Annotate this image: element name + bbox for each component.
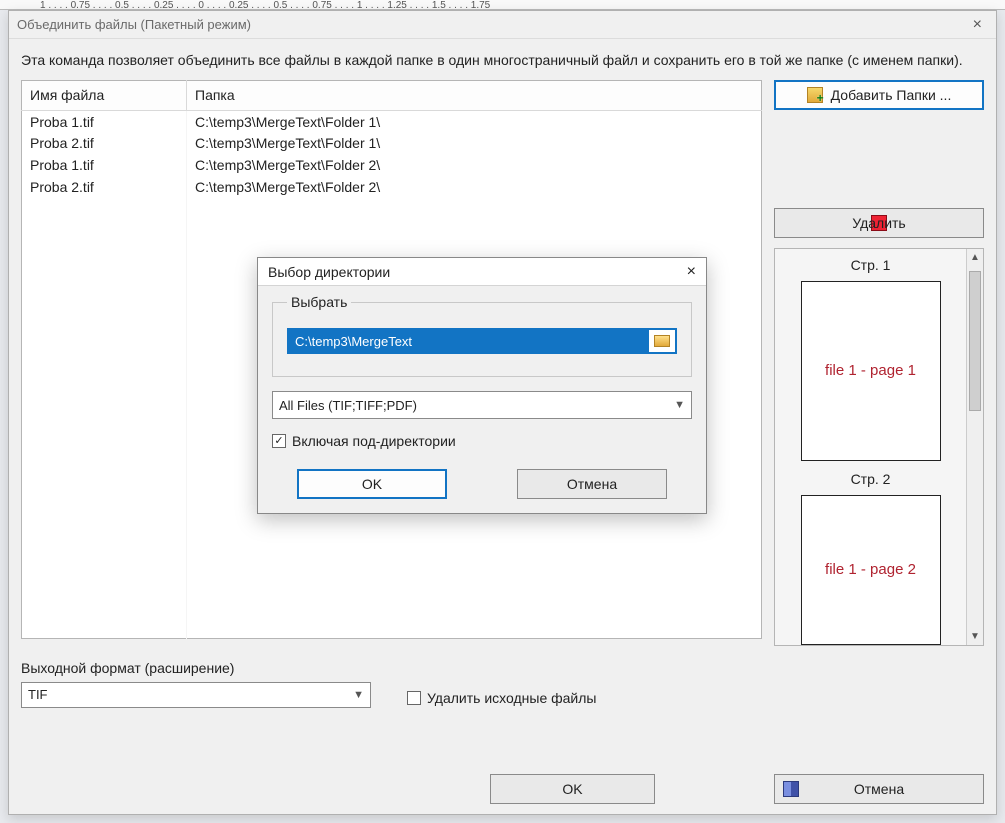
preview-thumbnail[interactable]: file 1 - page 1 — [801, 281, 941, 461]
checkbox-box: ✓ — [272, 434, 286, 448]
table-row[interactable]: Proba 2.tif C:\temp3\MergeText\Folder 1\ — [22, 132, 762, 154]
preview-thumbnail-text: file 1 - page 2 — [825, 561, 916, 578]
scroll-thumb[interactable] — [969, 271, 981, 411]
cancel-button[interactable]: Отмена — [774, 774, 984, 804]
table-row[interactable]: Proba 2.tif C:\temp3\MergeText\Folder 2\ — [22, 176, 762, 198]
preview-page-label: Стр. 1 — [851, 257, 891, 273]
directory-path-input[interactable]: C:\temp3\MergeText — [287, 328, 677, 354]
preview-panel: Стр. 1 file 1 - page 1 Стр. 2 file 1 - p… — [774, 248, 984, 646]
cancel-icon — [783, 781, 799, 797]
scroll-up-icon[interactable]: ▲ — [967, 249, 983, 266]
include-subdirs-checkbox[interactable]: ✓ Включая под-директории — [272, 433, 692, 449]
file-filter-value: All Files (TIF;TIFF;PDF) — [279, 398, 417, 413]
ok-button[interactable]: OK — [490, 774, 655, 804]
cell-filename: Proba 2.tif — [22, 176, 187, 198]
cell-folder: C:\temp3\MergeText\Folder 2\ — [187, 154, 762, 176]
cancel-label: Отмена — [854, 781, 904, 797]
titlebar: Объединить файлы (Пакетный режим) × — [9, 11, 996, 39]
dialog-cancel-label: Отмена — [567, 476, 617, 492]
ok-label: OK — [562, 781, 582, 797]
add-folders-button[interactable]: Добавить Папки ... — [774, 80, 984, 110]
browse-button[interactable] — [649, 335, 675, 347]
chevron-down-icon: ▼ — [353, 689, 364, 701]
window-close-button[interactable]: × — [967, 11, 988, 39]
output-format-select[interactable]: TIF ▼ — [21, 682, 371, 708]
file-filter-select[interactable]: All Files (TIF;TIFF;PDF) ▼ — [272, 391, 692, 419]
window-title: Объединить файлы (Пакетный режим) — [17, 11, 251, 39]
folder-icon — [654, 335, 670, 347]
dialog-ok-label: OK — [362, 476, 382, 492]
choose-group: Выбрать C:\temp3\MergeText — [272, 294, 692, 377]
choose-directory-dialog: Выбор директории × Выбрать C:\temp3\Merg… — [257, 257, 707, 514]
cell-filename: Proba 1.tif — [22, 110, 187, 132]
choose-group-label: Выбрать — [287, 294, 351, 310]
scroll-down-icon[interactable]: ▼ — [967, 628, 983, 645]
delete-source-checkbox[interactable]: Удалить исходные файлы — [407, 690, 596, 706]
cell-folder: C:\temp3\MergeText\Folder 1\ — [187, 110, 762, 132]
chevron-down-icon: ▼ — [674, 399, 685, 411]
preview-thumbnail[interactable]: file 1 - page 2 — [801, 495, 941, 645]
merge-files-window: Объединить файлы (Пакетный режим) × Эта … — [8, 10, 997, 815]
col-header-folder[interactable]: Папка — [187, 80, 762, 110]
cell-filename: Proba 2.tif — [22, 132, 187, 154]
add-folders-label: Добавить Папки ... — [831, 87, 952, 103]
cell-filename: Proba 1.tif — [22, 154, 187, 176]
col-header-filename[interactable]: Имя файла — [22, 80, 187, 110]
dialog-cancel-button[interactable]: Отмена — [517, 469, 667, 499]
delete-label: Удалить — [852, 215, 905, 231]
description-text: Эта команда позволяет объединить все фай… — [21, 51, 984, 70]
dialog-ok-button[interactable]: OK — [297, 469, 447, 499]
table-row[interactable]: Proba 1.tif C:\temp3\MergeText\Folder 2\ — [22, 154, 762, 176]
cell-folder: C:\temp3\MergeText\Folder 2\ — [187, 176, 762, 198]
output-format-label: Выходной формат (расширение) — [21, 660, 371, 676]
output-format-value: TIF — [28, 687, 48, 702]
folder-plus-icon — [807, 87, 823, 103]
delete-button[interactable]: Удалить — [774, 208, 984, 238]
cell-folder: C:\temp3\MergeText\Folder 1\ — [187, 132, 762, 154]
checkbox-box — [407, 691, 421, 705]
preview-scrollbar[interactable]: ▲ ▼ — [966, 249, 983, 645]
ruler: 1 . . . . 0.75 . . . . 0.5 . . . . 0.25 … — [0, 0, 1005, 10]
delete-source-label: Удалить исходные файлы — [427, 690, 596, 706]
dialog-title: Выбор директории — [268, 264, 390, 280]
dialog-close-button[interactable]: × — [687, 263, 696, 281]
directory-path-value: C:\temp3\MergeText — [289, 330, 649, 352]
include-subdirs-label: Включая под-директории — [292, 433, 456, 449]
table-row[interactable]: Proba 1.tif C:\temp3\MergeText\Folder 1\ — [22, 110, 762, 132]
preview-page-label: Стр. 2 — [851, 471, 891, 487]
preview-thumbnail-text: file 1 - page 1 — [825, 362, 916, 379]
